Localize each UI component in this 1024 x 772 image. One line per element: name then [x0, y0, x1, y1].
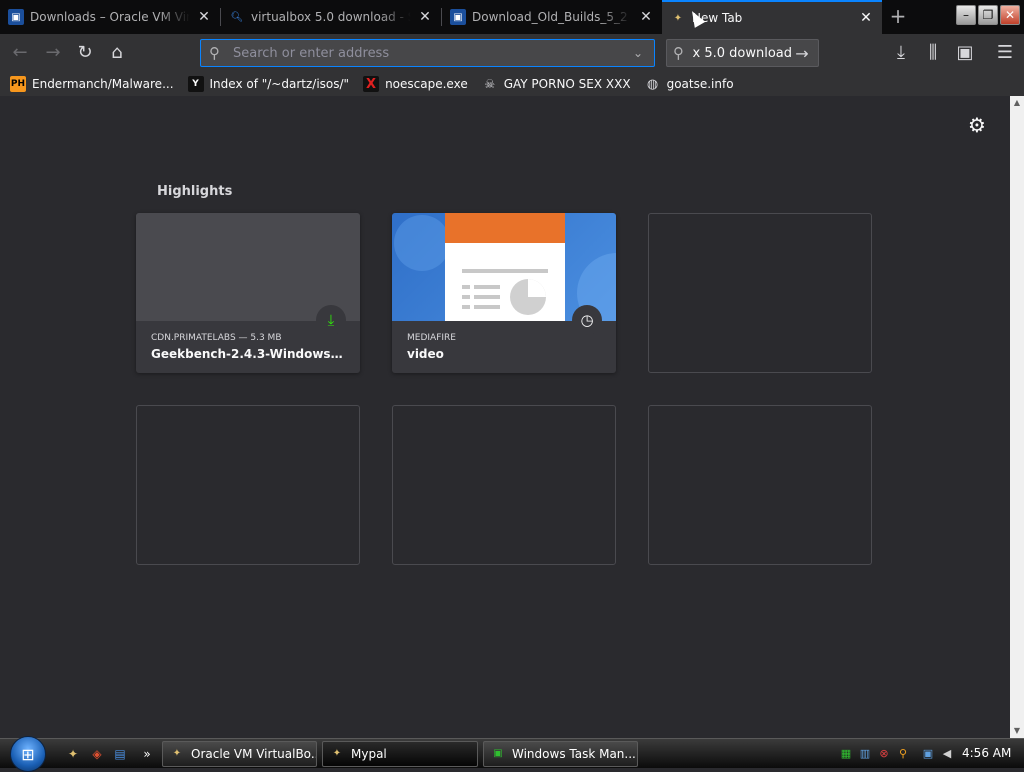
bookmark-item[interactable]: X noescape.exe [363, 76, 468, 92]
task-manager-icon: ▣ [493, 748, 503, 759]
bookmark-label: goatse.info [666, 77, 734, 91]
window-close-button[interactable]: ✕ [1000, 5, 1020, 25]
skull-icon: ☠ [484, 77, 496, 91]
tab-title: virtualbox 5.0 download - Search [251, 10, 411, 24]
taskbar-button-label: Oracle VM VirtualBo... [191, 747, 317, 761]
bookmarks-toolbar: PH Endermanch/Malware... Y Index of "/~d… [0, 72, 1024, 96]
ycombinator-icon: Y [187, 76, 204, 92]
virtualbox-icon: ▣ [8, 9, 24, 25]
mypal-icon[interactable]: ✦ [64, 745, 82, 763]
system-tray: ▦ ▥ ⊗ ⚲ ▣ ◀ [838, 739, 958, 769]
mypal-icon: ✦ [673, 12, 683, 24]
tab-search[interactable]: 🔍︎ virtualbox 5.0 download - Search ✕ [221, 0, 441, 34]
chevron-down-icon[interactable]: ⌄ [630, 46, 646, 60]
taskbar-button-label: Mypal [351, 747, 387, 761]
bookmark-label: Endermanch/Malware... [32, 77, 174, 91]
card-title: Geekbench-2.4.3-WindowsSetup.exe [151, 347, 351, 361]
scroll-up-arrow[interactable]: ▲ [1010, 96, 1024, 110]
taskbar-button-virtualbox[interactable]: ✦ Oracle VM VirtualBo... [162, 741, 317, 767]
x-icon: X [363, 76, 380, 92]
card-title: video [407, 347, 444, 361]
tab-title: Downloads – Oracle VM VirtualBox [30, 10, 190, 24]
close-icon[interactable]: ✕ [196, 9, 212, 25]
search-icon: 🔍︎ [230, 11, 244, 23]
network-icon[interactable]: ▦ [838, 746, 854, 762]
bookmark-item[interactable]: ☠ GAY PORNO SEX XXX [482, 76, 631, 92]
browser-icon[interactable]: ◈ [88, 745, 106, 763]
bookmark-item[interactable]: PH Endermanch/Malware... [10, 76, 174, 92]
sidebar-button[interactable]: ▣ [950, 38, 980, 68]
gear-icon[interactable]: ⚙ [966, 114, 988, 136]
new-tab-page: ⚙ Highlights ⤓ CDN.PRIMATELABS — 5.3 MB … [0, 96, 1010, 738]
close-icon[interactable]: ✕ [417, 9, 433, 25]
reload-button[interactable]: ↻ [70, 38, 100, 68]
section-title: Highlights [157, 184, 233, 199]
search-bar[interactable]: ⚲ virtualbox 5.0 download → [666, 39, 819, 67]
scroll-down-arrow[interactable]: ▼ [1010, 724, 1024, 738]
bookmark-label: GAY PORNO SEX XXX [503, 77, 631, 91]
tab-strip: ▣ Downloads – Oracle VM VirtualBox ✕ 🔍︎ … [0, 0, 1024, 34]
start-button[interactable]: ⊞ [10, 736, 46, 772]
pornhub-icon: PH [10, 76, 26, 92]
search-input[interactable]: virtualbox 5.0 download [693, 46, 792, 61]
menu-button[interactable]: ☰ [990, 38, 1020, 68]
volume-icon[interactable]: ◀ [939, 746, 955, 762]
highlight-card[interactable]: ⤓ CDN.PRIMATELABS — 5.3 MB Geekbench-2.4… [136, 213, 360, 373]
clock-icon: ◷ [572, 305, 602, 335]
show-desktop-icon[interactable]: ▤ [111, 745, 129, 763]
device-icon[interactable]: ▥ [857, 746, 873, 762]
highlight-card[interactable]: ◷ MEDIAFIRE video [392, 213, 616, 373]
virtualbox-icon: ✦ [172, 748, 182, 759]
empty-card [648, 213, 872, 373]
tab-virtualbox-downloads[interactable]: ▣ Downloads – Oracle VM VirtualBox ✕ [0, 0, 220, 34]
downloads-button[interactable]: ⤓ [886, 38, 916, 68]
home-button[interactable]: ⌂ [102, 38, 132, 68]
chevron-right-icon[interactable]: » [140, 745, 154, 763]
vertical-scrollbar[interactable]: ▲ ▼ [1010, 96, 1024, 738]
empty-card [392, 405, 616, 565]
minimize-button[interactable]: – [956, 5, 976, 25]
virtualbox-icon: ▣ [450, 9, 466, 25]
empty-card [648, 405, 872, 565]
globe-icon: ◍ [646, 76, 659, 92]
download-icon: ⤓ [316, 305, 346, 335]
bookmark-label: noescape.exe [385, 77, 468, 91]
url-bar[interactable]: ⚲ ⌄ [200, 39, 655, 67]
card-host: CDN.PRIMATELABS — 5.3 MB [151, 333, 282, 343]
search-icon: ⚲ [673, 44, 684, 62]
library-button[interactable]: ⫼ [918, 38, 948, 68]
security-alert-icon[interactable]: ⊗ [876, 746, 892, 762]
arrow-right-icon[interactable]: → [792, 44, 812, 63]
mypal-icon: ✦ [332, 748, 342, 759]
tab-title: New Tab [692, 11, 743, 25]
search-icon[interactable]: ⚲ [895, 746, 911, 762]
bookmark-item[interactable]: ◍ goatse.info [645, 76, 734, 92]
taskbar-button-mypal[interactable]: ✦ Mypal [322, 741, 478, 767]
close-icon[interactable]: ✕ [638, 9, 654, 25]
monitor-icon[interactable]: ▣ [920, 746, 936, 762]
taskbar-button-task-manager[interactable]: ▣ Windows Task Man... [483, 741, 638, 767]
bookmark-label: Index of "/~dartz/isos/" [209, 77, 350, 91]
navigation-toolbar: ← → ↻ ⌂ ⚲ ⌄ ⚲ virtualbox 5.0 download → … [0, 34, 1024, 72]
forward-button[interactable]: → [38, 38, 68, 68]
bookmark-item[interactable]: Y Index of "/~dartz/isos/" [187, 76, 350, 92]
taskbar-clock[interactable]: 4:56 AM [962, 746, 1011, 760]
empty-card [136, 405, 360, 565]
tab-title: Download_Old_Builds_5_2 – Oracle [472, 10, 632, 24]
restore-button[interactable]: ❐ [978, 5, 998, 25]
card-host: MEDIAFIRE [407, 333, 456, 343]
back-button[interactable]: ← [5, 38, 35, 68]
windows-taskbar: ⊞ ✦ ◈ ▤ » ✦ Oracle VM VirtualBo... ✦ Myp… [0, 736, 1024, 772]
tab-old-builds[interactable]: ▣ Download_Old_Builds_5_2 – Oracle ✕ [442, 0, 662, 34]
close-icon[interactable]: ✕ [858, 10, 874, 26]
search-icon: ⚲ [209, 44, 220, 62]
new-tab-button[interactable]: + [884, 4, 912, 30]
taskbar-button-label: Windows Task Man... [512, 747, 636, 761]
address-input[interactable] [233, 45, 630, 61]
